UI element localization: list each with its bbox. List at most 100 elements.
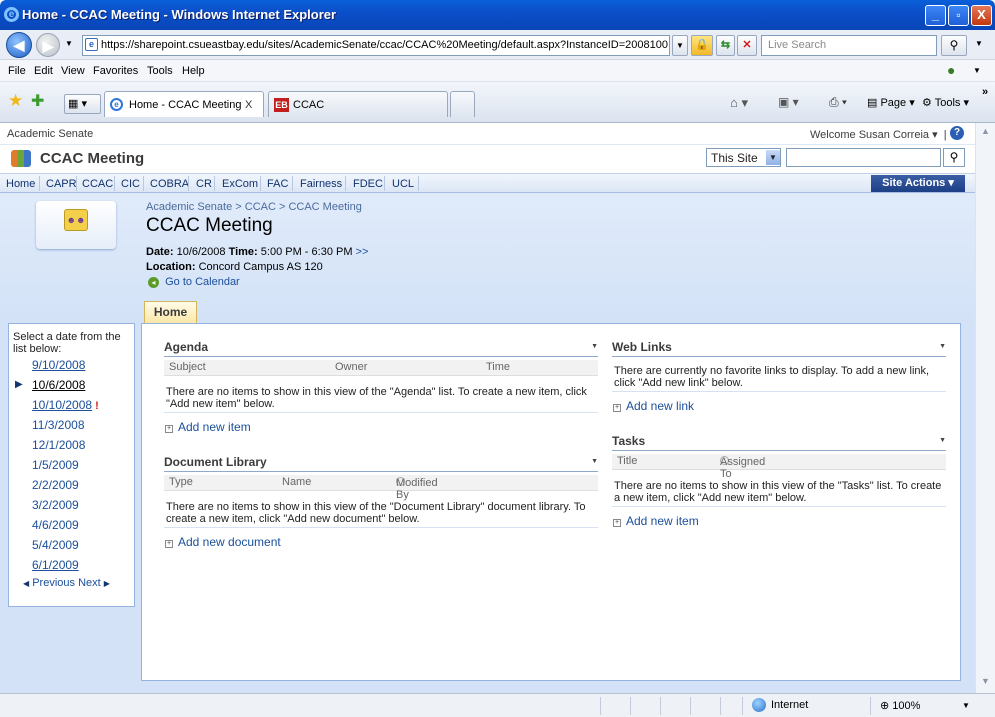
nav-ucl[interactable]: UCL: [392, 178, 414, 190]
close-button[interactable]: X: [971, 5, 992, 26]
search-dropdown-icon[interactable]: ▼: [975, 39, 983, 48]
tasks-webpart-title[interactable]: Tasks ▼: [612, 434, 946, 451]
webpart-menu-icon[interactable]: ▼: [939, 437, 946, 444]
live-search-input[interactable]: Live Search: [761, 35, 937, 56]
lock-icon[interactable]: 🔒: [691, 35, 713, 56]
tasks-add-new-item-link[interactable]: + Add new item: [613, 514, 699, 528]
back-button[interactable]: ◀: [6, 32, 32, 58]
zoom-dropdown-icon[interactable]: ▼: [962, 701, 970, 710]
previous-arrow-icon[interactable]: ◀: [23, 579, 29, 588]
list-item[interactable]: 3/2/2009: [13, 498, 131, 518]
next-arrow-icon[interactable]: ▶: [104, 579, 110, 588]
menu-file[interactable]: File: [8, 65, 26, 77]
stop-icon[interactable]: ✕: [737, 35, 757, 56]
menu-tools[interactable]: Tools: [147, 65, 173, 77]
nav-home[interactable]: Home: [6, 178, 35, 190]
menu-help[interactable]: Help: [182, 65, 205, 77]
toolbar-add-on-icon[interactable]: ●: [947, 62, 955, 78]
list-item[interactable]: 2/2/2009: [13, 478, 131, 498]
welcome-menu[interactable]: Welcome Susan Correia ▾ |: [810, 128, 947, 141]
doclib-webpart-title[interactable]: Document Library ▼: [164, 455, 598, 472]
print-icon[interactable]: ⎙ ▾: [829, 95, 847, 110]
list-item[interactable]: 1/5/2009: [13, 458, 131, 478]
add-icon: +: [613, 519, 621, 527]
list-item[interactable]: 10/10/2008 !: [13, 398, 131, 418]
tools-menu[interactable]: ⚙ Tools ▾: [922, 96, 969, 109]
window-title-bar[interactable]: e Home - CCAC Meeting - Windows Internet…: [0, 0, 995, 30]
list-item-selected[interactable]: ▶ 10/6/2008: [13, 378, 131, 398]
site-title[interactable]: CCAC Meeting: [40, 150, 144, 167]
minimize-button[interactable]: _: [925, 5, 946, 26]
site-search-input[interactable]: [786, 148, 941, 167]
menu-overflow-icon[interactable]: ▼: [973, 66, 981, 75]
help-icon[interactable]: ?: [950, 126, 964, 140]
nav-excom[interactable]: ExCom: [222, 178, 258, 190]
nav-cobra[interactable]: COBRA: [150, 178, 189, 190]
column-title[interactable]: Title: [617, 455, 637, 467]
toolbar-chevron-icon[interactable]: »: [982, 86, 988, 98]
column-owner[interactable]: Owner: [335, 361, 367, 373]
nav-capr[interactable]: CAPR: [46, 178, 77, 190]
menu-edit[interactable]: Edit: [34, 65, 53, 77]
feeds-icon[interactable]: ▣ ▾: [778, 95, 799, 109]
column-type[interactable]: Type: [169, 476, 193, 488]
vertical-scrollbar[interactable]: ▲ ▼: [975, 123, 995, 693]
favorites-star-icon[interactable]: ★: [8, 91, 23, 111]
refresh-icon[interactable]: ⇆: [716, 35, 735, 56]
list-item[interactable]: 11/3/2008: [13, 418, 131, 438]
list-item[interactable]: 5/4/2009: [13, 538, 131, 558]
new-tab-button[interactable]: [450, 91, 475, 117]
date-list-nav: Select a date from the list below: 9/10/…: [8, 323, 135, 607]
list-item[interactable]: 4/6/2009: [13, 518, 131, 538]
webpart-menu-icon[interactable]: ▼: [591, 458, 598, 465]
zoom-level[interactable]: ⊕ 100%: [880, 699, 920, 712]
agenda-add-new-item-link[interactable]: + Add new item: [165, 420, 251, 434]
next-link[interactable]: Next: [78, 577, 101, 589]
history-dropdown-icon[interactable]: ▼: [65, 39, 73, 48]
nav-fac[interactable]: FAC: [267, 178, 288, 190]
tab-home-ccac-meeting[interactable]: e Home - CCAC Meeting X: [104, 91, 264, 117]
go-to-calendar-link[interactable]: ◂ Go to Calendar: [148, 276, 240, 288]
doclib-add-new-document-link[interactable]: + Add new document: [165, 535, 281, 549]
search-scope-select[interactable]: This Site ▼: [706, 148, 781, 167]
scroll-down-icon[interactable]: ▼: [981, 676, 990, 686]
list-item[interactable]: 9/10/2008: [13, 358, 131, 378]
tab-close-icon[interactable]: X: [245, 99, 252, 111]
webpart-menu-icon[interactable]: ▼: [591, 343, 598, 350]
maximize-button[interactable]: ▫: [948, 5, 969, 26]
list-item[interactable]: 6/1/2009: [13, 558, 131, 578]
site-header: CCAC Meeting This Site ▼ ⚲: [0, 145, 975, 173]
webpart-menu-icon[interactable]: ▼: [939, 343, 946, 350]
home-icon[interactable]: ⌂ ▾: [730, 95, 748, 111]
nav-fairness[interactable]: Fairness: [300, 178, 342, 190]
previous-link[interactable]: Previous: [32, 577, 75, 589]
quick-tabs-button[interactable]: ▦ ▾: [64, 94, 101, 114]
tab-ccac[interactable]: EB CCAC: [268, 91, 448, 117]
column-name[interactable]: Name: [282, 476, 311, 488]
column-time[interactable]: Time: [486, 361, 510, 373]
tab-home[interactable]: Home: [144, 301, 197, 323]
scroll-up-icon[interactable]: ▲: [981, 126, 990, 136]
site-search-icon[interactable]: ⚲: [943, 148, 965, 167]
page-menu[interactable]: ▤ Page ▾: [867, 96, 915, 109]
breadcrumb[interactable]: Academic Senate > CCAC > CCAC Meeting: [146, 201, 362, 213]
menu-view[interactable]: View: [61, 65, 85, 77]
address-dropdown-button[interactable]: ▼: [672, 35, 688, 56]
more-link[interactable]: >>: [356, 246, 369, 258]
column-subject[interactable]: Subject: [169, 361, 206, 373]
nav-cic[interactable]: CIC: [121, 178, 140, 190]
address-input[interactable]: e https://sharepoint.csueastbay.edu/site…: [82, 35, 670, 56]
forward-button[interactable]: ▶: [36, 33, 60, 57]
weblinks-add-new-link[interactable]: + Add new link: [613, 399, 694, 413]
nav-ccac[interactable]: CCAC: [82, 178, 113, 190]
list-item[interactable]: 12/1/2008: [13, 438, 131, 458]
nav-fdec[interactable]: FDEC: [353, 178, 383, 190]
site-crumb[interactable]: Academic Senate: [7, 128, 93, 140]
weblinks-webpart-title[interactable]: Web Links ▼: [612, 340, 946, 357]
menu-favorites[interactable]: Favorites: [93, 65, 138, 77]
add-favorites-icon[interactable]: ✚: [31, 91, 44, 111]
agenda-webpart-title[interactable]: Agenda ▼: [164, 340, 598, 357]
site-actions-menu[interactable]: Site Actions ▾: [871, 175, 965, 192]
nav-cr[interactable]: CR: [196, 178, 212, 190]
search-icon[interactable]: ⚲: [941, 35, 967, 56]
